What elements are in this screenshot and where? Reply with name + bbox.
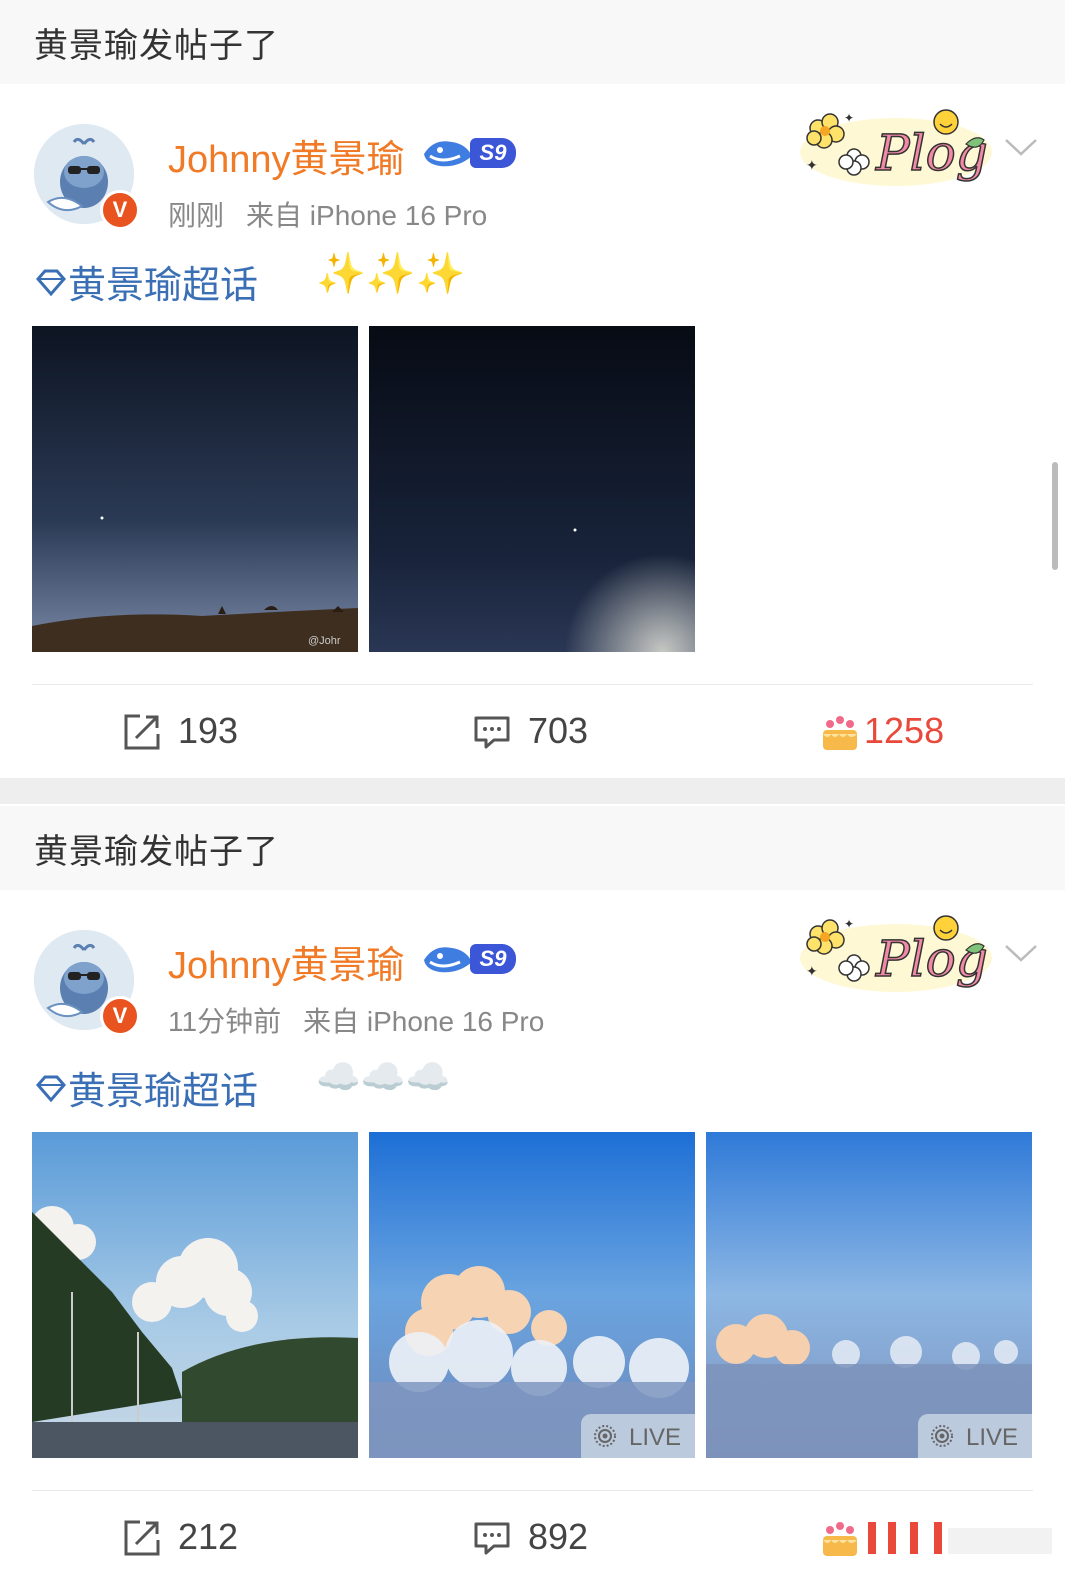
comment-button[interactable]: 892 xyxy=(472,1514,612,1562)
post-source: 来自 iPhone 16 Pro xyxy=(246,200,488,231)
avatar[interactable]: V xyxy=(34,930,140,1036)
svg-text:Plog: Plog xyxy=(875,124,988,182)
comment-icon xyxy=(474,716,510,749)
live-icon xyxy=(931,1425,953,1447)
live-icon xyxy=(594,1425,616,1447)
post-meta: 刚刚 来自 iPhone 16 Pro xyxy=(168,194,487,234)
level-badge: S9 xyxy=(470,138,516,168)
level-badge: S9 xyxy=(470,944,516,974)
post-time: 刚刚 xyxy=(168,200,225,231)
diamond-icon xyxy=(36,1075,66,1102)
live-photo-badge: LIVE xyxy=(918,1414,1032,1458)
repost-count: 212 xyxy=(178,1516,239,1557)
super-topic-link[interactable]: 黄景瑜超话 xyxy=(34,254,258,307)
like-cake-icon xyxy=(823,716,857,750)
section-header-text: 黄景瑜发帖子了 xyxy=(34,832,279,872)
scrollbar[interactable] xyxy=(1052,462,1058,570)
post-time: 11分钟前 xyxy=(168,1006,282,1037)
post-card[interactable]: V Johnny黄景瑜 S9 刚刚 来自 iPhone 16 Pro Plog ✦ xyxy=(0,86,1065,778)
like-button[interactable]: 1258 xyxy=(820,708,960,756)
post-meta: 11分钟前 来自 iPhone 16 Pro xyxy=(168,1000,544,1040)
section-header-text: 黄景瑜发帖子了 xyxy=(34,26,279,66)
like-count: 1258 xyxy=(864,710,945,751)
username[interactable]: Johnny黄景瑜 xyxy=(168,934,405,989)
repost-button[interactable]: 212 xyxy=(122,1514,262,1562)
chevron-down-icon[interactable] xyxy=(1004,136,1038,158)
comment-count: 703 xyxy=(528,710,589,751)
post-photo[interactable] xyxy=(369,326,695,652)
diamond-icon xyxy=(36,269,66,296)
photo-watermark: @Johr xyxy=(308,635,341,647)
svg-text:✦: ✦ xyxy=(844,917,854,931)
sparkles-emoji: ✨✨✨ xyxy=(316,251,466,297)
divider xyxy=(32,684,1033,685)
username[interactable]: Johnny黄景瑜 xyxy=(168,128,405,183)
live-photo-badge: LIVE xyxy=(581,1414,695,1458)
whale-level-icon[interactable]: S9 xyxy=(420,940,520,978)
verified-v-icon: V xyxy=(100,190,140,230)
svg-text:✦: ✦ xyxy=(806,158,818,174)
svg-text:Plog: Plog xyxy=(875,930,988,988)
live-label: LIVE xyxy=(966,1424,1019,1451)
chevron-down-icon[interactable] xyxy=(1004,942,1038,964)
topic-label: 黄景瑜超话 xyxy=(68,265,259,307)
live-label: LIVE xyxy=(629,1424,682,1451)
plog-sticker: Plog ✦ ✦ xyxy=(796,100,996,190)
comment-count: 892 xyxy=(528,1516,589,1557)
comment-icon xyxy=(474,1522,510,1555)
topic-label: 黄景瑜超话 xyxy=(68,1071,259,1113)
post-photo[interactable]: LIVE xyxy=(706,1132,1032,1458)
like-button[interactable] xyxy=(820,1514,1060,1562)
post-photo[interactable]: @Johr xyxy=(32,326,358,652)
svg-text:✦: ✦ xyxy=(806,964,818,980)
comment-button[interactable]: 703 xyxy=(472,708,612,756)
avatar[interactable]: V xyxy=(34,124,140,230)
like-count-obscured xyxy=(868,1522,1052,1554)
feed-separator xyxy=(0,778,1065,804)
post-photo[interactable]: LIVE xyxy=(369,1132,695,1458)
verified-v-icon: V xyxy=(100,996,140,1036)
section-header: 黄景瑜发帖子了 xyxy=(0,0,1065,84)
repost-icon xyxy=(124,1520,160,1556)
repost-count: 193 xyxy=(178,710,239,751)
divider xyxy=(32,1490,1033,1491)
repost-button[interactable]: 193 xyxy=(122,708,262,756)
plog-sticker: Plog ✦ ✦ xyxy=(796,906,996,996)
repost-icon xyxy=(124,714,160,750)
clouds-emoji: ☁️☁️☁️ xyxy=(316,1057,451,1098)
like-cake-icon xyxy=(823,1522,857,1556)
svg-text:✦: ✦ xyxy=(844,111,854,125)
super-topic-link[interactable]: 黄景瑜超话 xyxy=(34,1060,258,1113)
post-card[interactable]: V Johnny黄景瑜 S9 11分钟前 来自 iPhone 16 Pro Plo… xyxy=(0,892,1065,1590)
whale-level-icon[interactable]: S9 xyxy=(420,134,520,172)
post-source: 来自 iPhone 16 Pro xyxy=(303,1006,545,1037)
post-photo[interactable] xyxy=(32,1132,358,1458)
section-header: 黄景瑜发帖子了 xyxy=(0,806,1065,890)
